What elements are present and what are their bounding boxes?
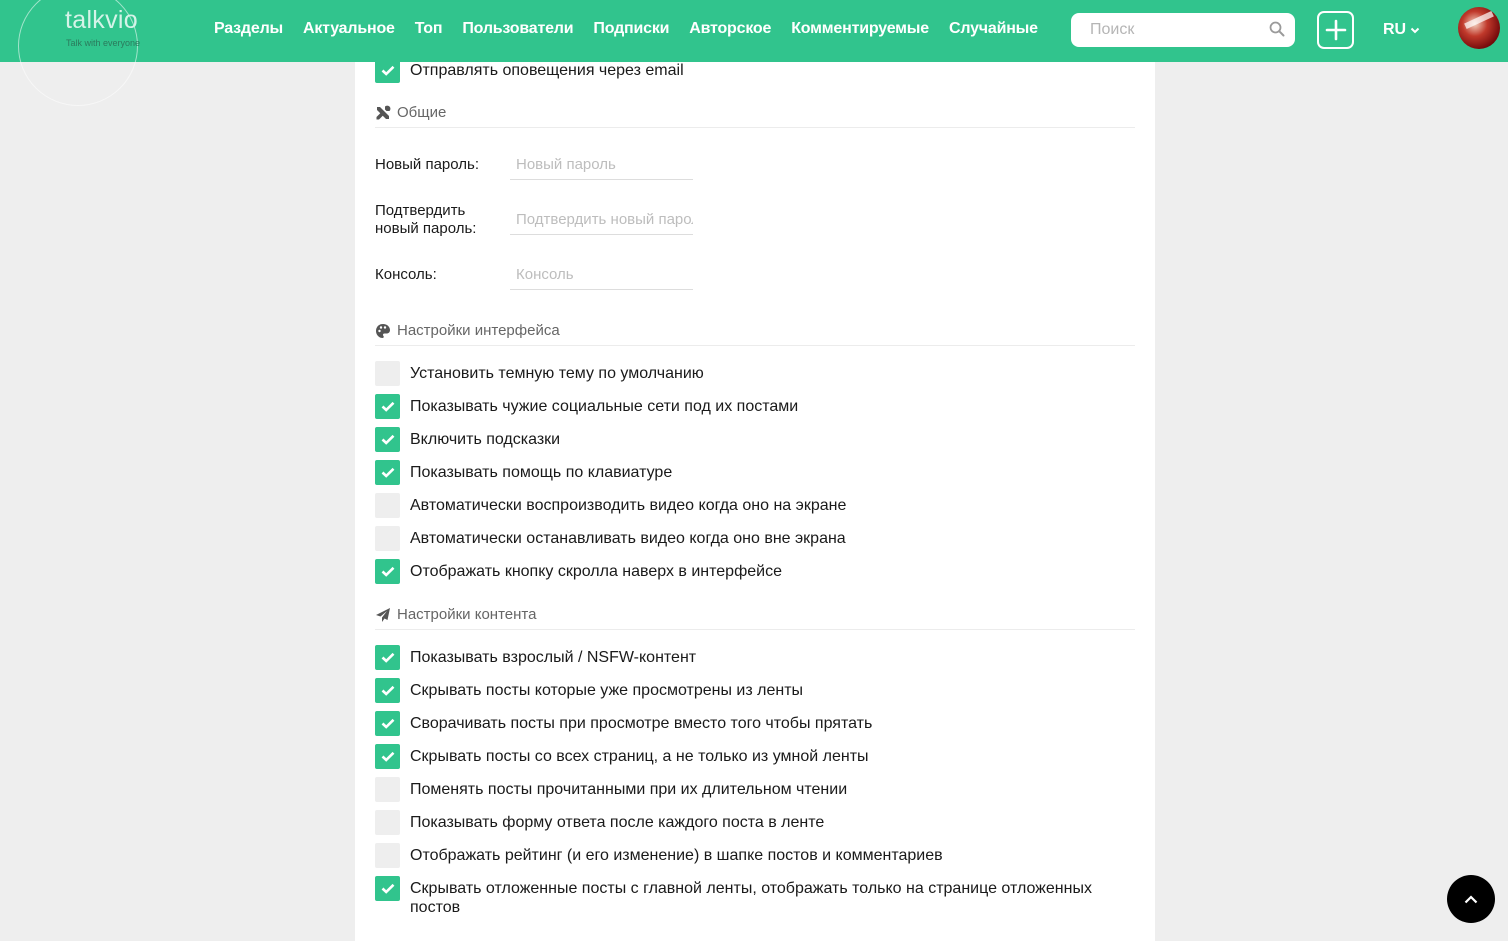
checkbox[interactable]: [375, 460, 400, 485]
nav-authored[interactable]: Авторское: [689, 20, 771, 38]
console-input[interactable]: [510, 260, 693, 283]
checkbox-row[interactable]: Скрывать отложенные посты с главной лент…: [375, 876, 1115, 917]
checkbox[interactable]: [375, 843, 400, 868]
section-content-title: Настройки контента: [397, 606, 537, 623]
new-password-label: Новый пароль:: [375, 156, 480, 173]
check-icon: [381, 65, 394, 76]
checkbox-row[interactable]: Включить подсказки: [375, 427, 1115, 452]
new-password-input[interactable]: [510, 150, 693, 173]
checkbox-row[interactable]: Отображать рейтинг (и его изменение) в ш…: [375, 843, 1115, 868]
nav-random[interactable]: Случайные: [949, 20, 1038, 38]
checkbox[interactable]: [375, 493, 400, 518]
checkbox-label: Автоматически воспроизводить видео когда…: [410, 497, 847, 514]
section-interface-header: Настройки интерфейса: [375, 322, 1135, 346]
check-icon: [381, 883, 394, 894]
checkbox-label: Скрывать отложенные посты с главной лент…: [410, 880, 1092, 916]
nav-sections[interactable]: Разделы: [214, 20, 283, 38]
language-selector[interactable]: RU: [1383, 21, 1420, 39]
main-nav: Разделы Актуальное Топ Пользователи Подп…: [214, 20, 1058, 38]
nav-users[interactable]: Пользователи: [462, 20, 573, 38]
checkbox-label: Отображать кнопку скролла наверх в интер…: [410, 563, 782, 580]
check-icon: [381, 566, 394, 577]
check-icon: [381, 652, 394, 663]
checkbox-label: Установить темную тему по умолчанию: [410, 365, 704, 382]
checkbox-row[interactable]: Показывать взрослый / NSFW-контент: [375, 645, 1115, 670]
checkbox-row[interactable]: Автоматически останавливать видео когда …: [375, 526, 1115, 551]
checkbox[interactable]: [375, 427, 400, 452]
checkbox[interactable]: [375, 876, 400, 901]
checkbox-label: Автоматически останавливать видео когда …: [410, 530, 846, 547]
plus-icon: [1325, 19, 1346, 41]
checkbox[interactable]: [375, 777, 400, 802]
check-icon: [381, 467, 394, 478]
checkbox[interactable]: [375, 678, 400, 703]
checkbox-row[interactable]: Отображать кнопку скролла наверх в интер…: [375, 559, 1115, 584]
confirm-password-input[interactable]: [510, 205, 693, 228]
checkbox-row[interactable]: Показывать помощь по клавиатуре: [375, 460, 1115, 485]
language-label: RU: [1383, 21, 1407, 38]
tools-icon: [376, 105, 391, 120]
scroll-to-top-button[interactable]: [1447, 875, 1495, 923]
checkbox-row[interactable]: Скрывать посты со всех страниц, а не тол…: [375, 744, 1115, 769]
checkbox-row[interactable]: Показывать чужие социальные сети под их …: [375, 394, 1115, 419]
logo-subtitle: Talk with everyone: [66, 38, 141, 48]
section-content-header: Настройки контента: [375, 606, 1135, 630]
palette-icon: [376, 324, 390, 338]
nav-top[interactable]: Топ: [415, 20, 443, 38]
checkbox[interactable]: [375, 744, 400, 769]
checkbox-label: Сворачивать посты при просмотре вместо т…: [410, 715, 873, 732]
settings-panel: Отправлять оповещения через email Общие …: [355, 0, 1155, 941]
check-icon: [381, 751, 394, 762]
console-field: [510, 260, 693, 290]
checkbox-label: Включить подсказки: [410, 431, 561, 448]
nav-subscriptions[interactable]: Подписки: [593, 20, 669, 38]
check-icon: [381, 401, 394, 412]
checkbox[interactable]: [375, 526, 400, 551]
user-avatar[interactable]: [1458, 7, 1500, 49]
checkbox[interactable]: [375, 711, 400, 736]
checkbox-row[interactable]: Установить темную тему по умолчанию: [375, 361, 1115, 386]
checkbox-label: Скрывать посты которые уже просмотрены и…: [410, 682, 804, 699]
checkbox[interactable]: [375, 810, 400, 835]
confirm-password-field: [510, 205, 693, 235]
checkbox[interactable]: [375, 394, 400, 419]
checkbox-row[interactable]: Сворачивать посты при просмотре вместо т…: [375, 711, 1115, 736]
top-navbar: talkvio Talk with everyone Разделы Актуа…: [0, 0, 1508, 106]
checkbox[interactable]: [375, 559, 400, 584]
nav-actual[interactable]: Актуальное: [303, 20, 395, 38]
checkbox-row[interactable]: Поменять посты прочитанными при их длите…: [375, 777, 1115, 802]
section-interface-title: Настройки интерфейса: [397, 322, 560, 339]
checkbox-label: Скрывать посты со всех страниц, а не тол…: [410, 748, 869, 765]
search-icon[interactable]: [1269, 21, 1285, 37]
check-icon: [381, 718, 394, 729]
checkbox-row[interactable]: Скрывать посты которые уже просмотрены и…: [375, 678, 1115, 703]
section-general-header: Общие: [375, 104, 1135, 128]
checkbox-label: Показывать взрослый / NSFW-контент: [410, 649, 697, 666]
check-icon: [381, 434, 394, 445]
search-input[interactable]: [1090, 21, 1260, 39]
chevron-up-icon: [1464, 894, 1478, 903]
checkbox-label: Показывать чужие социальные сети под их …: [410, 398, 799, 415]
new-password-field: [510, 150, 693, 180]
search-box: [1071, 13, 1295, 47]
checkbox[interactable]: [375, 645, 400, 670]
checkbox-label: Показывать форму ответа после каждого по…: [410, 814, 825, 831]
logo-title: talkvio: [65, 6, 138, 34]
confirm-password-label: Подтвердить новый пароль:: [375, 202, 477, 237]
nav-commented[interactable]: Комментируемые: [791, 20, 929, 38]
checkbox-row[interactable]: Показывать форму ответа после каждого по…: [375, 810, 1115, 835]
paper-plane-icon: [376, 608, 390, 622]
checkbox-row[interactable]: Автоматически воспроизводить видео когда…: [375, 493, 1115, 518]
chevron-down-icon: [1410, 27, 1420, 33]
console-label: Консоль:: [375, 266, 437, 283]
checkbox-label: Отображать рейтинг (и его изменение) в ш…: [410, 847, 943, 864]
section-general-title: Общие: [397, 104, 447, 121]
settings-inner: Отправлять оповещения через email Общие …: [375, 0, 1135, 941]
checkbox-label: Показывать помощь по клавиатуре: [410, 464, 673, 481]
checkbox[interactable]: [375, 361, 400, 386]
add-post-button[interactable]: [1317, 11, 1354, 49]
logo[interactable]: talkvio Talk with everyone: [18, 0, 140, 106]
checkbox-label: Поменять посты прочитанными при их длите…: [410, 781, 848, 798]
check-icon: [381, 685, 394, 696]
